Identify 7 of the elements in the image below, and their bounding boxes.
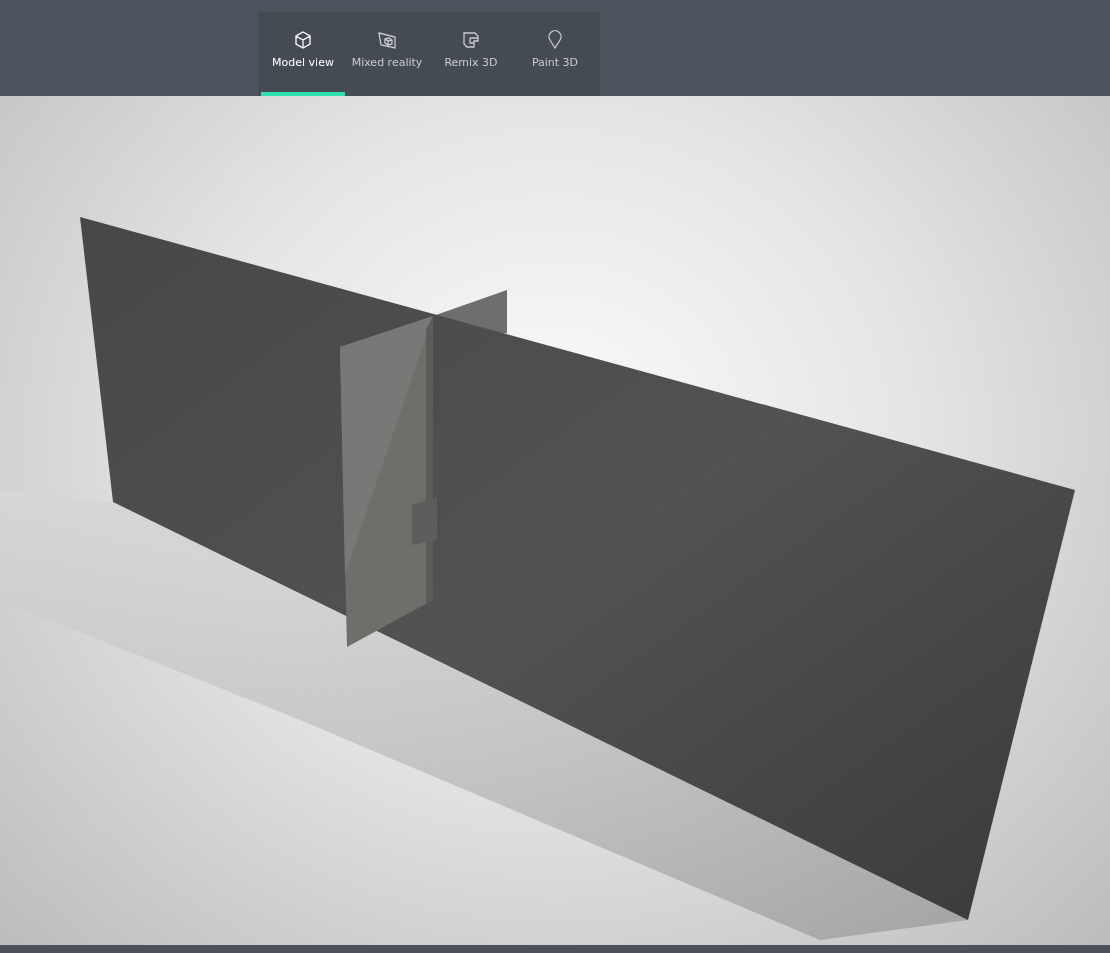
cube-icon [293,30,313,50]
view-tab[interactable]: Paint 3D [513,12,597,96]
pin-icon [545,30,565,50]
folded-shape-icon [461,30,481,50]
view-tab[interactable]: Mixed reality [345,12,429,96]
view-tab[interactable]: Remix 3D [429,12,513,96]
cube-in-frame-icon [377,30,397,50]
